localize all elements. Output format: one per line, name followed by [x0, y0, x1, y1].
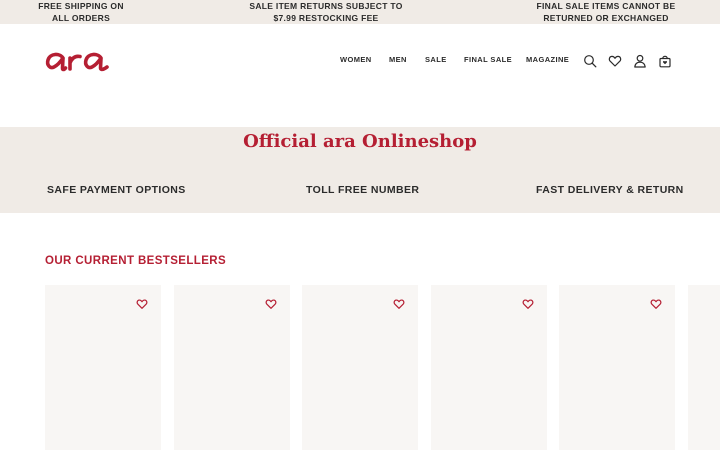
wishlist-heart-icon[interactable] [522, 298, 534, 310]
usp-fast-delivery: FAST DELIVERY & RETURN [536, 184, 684, 196]
promo-final-sale: FINAL SALE ITEMS CANNOT BE RETURNED OR E… [526, 0, 686, 24]
account-icon[interactable] [633, 54, 647, 68]
product-card[interactable] [431, 285, 547, 450]
nav-men[interactable]: MEN [389, 55, 407, 64]
product-card[interactable] [45, 285, 161, 450]
usp-safe-payment: SAFE PAYMENT OPTIONS [47, 184, 186, 196]
page-title: Official ara Onlineshop [243, 131, 477, 152]
promo-line: RETURNED OR EXCHANGED [543, 13, 669, 23]
product-card[interactable] [559, 285, 675, 450]
wishlist-heart-icon[interactable] [265, 298, 277, 310]
promo-free-shipping: FREE SHIPPING ON ALL ORDERS [22, 0, 140, 24]
bestsellers-title: OUR CURRENT BESTSELLERS [45, 255, 227, 267]
wishlist-heart-icon[interactable] [650, 298, 662, 310]
product-card[interactable] [174, 285, 290, 450]
site-header: ara WOMEN MEN SALE FINAL SALE MAGAZINE [0, 24, 720, 127]
promo-line: FREE SHIPPING ON [38, 1, 124, 11]
bag-icon[interactable] [658, 54, 672, 68]
usp-toll-free: TOLL FREE NUMBER [306, 184, 420, 196]
usp-band: Official ara Onlineshop SAFE PAYMENT OPT… [0, 127, 720, 213]
search-icon[interactable] [583, 54, 597, 68]
wishlist-heart-icon[interactable] [393, 298, 405, 310]
heart-icon[interactable] [608, 54, 622, 68]
promo-line: FINAL SALE ITEMS CANNOT BE [536, 1, 676, 11]
ara-logo[interactable]: ara [43, 46, 113, 74]
promo-line: ALL ORDERS [51, 13, 111, 23]
wishlist-heart-icon[interactable] [136, 298, 148, 310]
product-card[interactable] [302, 285, 418, 450]
nav-sale[interactable]: SALE [425, 55, 447, 64]
promo-line: SALE ITEM RETURNS SUBJECT TO [249, 1, 403, 11]
nav-final-sale[interactable]: FINAL SALE [464, 55, 512, 64]
nav-women[interactable]: WOMEN [340, 55, 372, 64]
promo-line: $7.99 RESTOCKING FEE [273, 13, 379, 23]
promo-bar: FREE SHIPPING ON ALL ORDERS SALE ITEM RE… [0, 0, 720, 24]
nav-magazine[interactable]: MAGAZINE [526, 55, 569, 64]
promo-sale-returns: SALE ITEM RETURNS SUBJECT TO $7.99 RESTO… [246, 0, 406, 24]
product-card-partial[interactable] [688, 285, 720, 450]
